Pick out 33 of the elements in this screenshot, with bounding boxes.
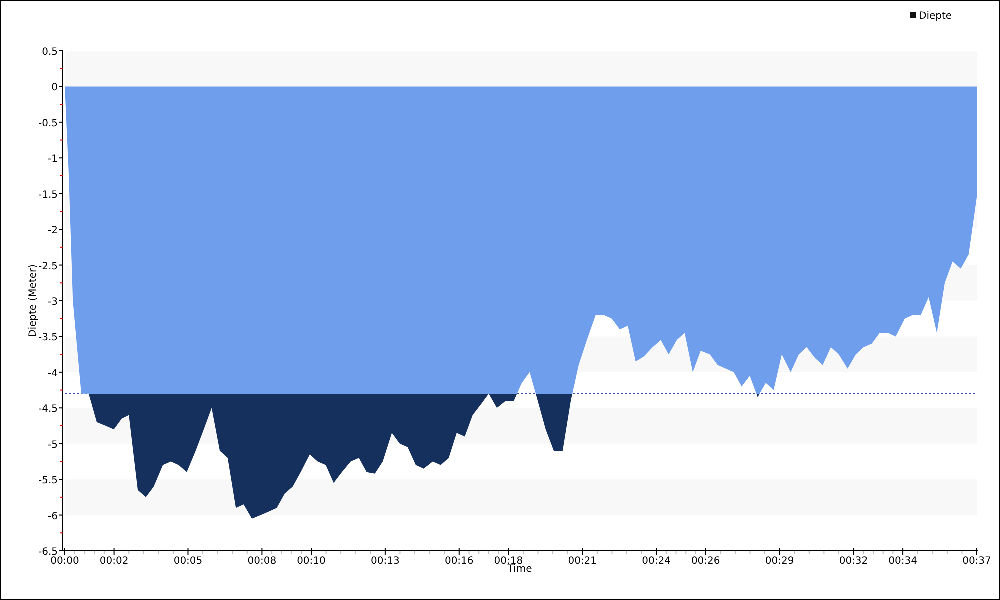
- y-tick-label: -5: [48, 440, 58, 451]
- legend-label: Diepte: [919, 11, 952, 22]
- y-tick-label: -1.5: [38, 190, 58, 201]
- legend-swatch-icon: [910, 12, 916, 18]
- x-axis-title: Time: [508, 564, 532, 575]
- x-tick-label: 00:34: [888, 556, 918, 567]
- x-tick-label: 00:10: [297, 556, 326, 567]
- y-tick-label: 0.5: [42, 47, 58, 58]
- y-tick-label: -4: [48, 368, 58, 380]
- x-tick-label: 00:02: [100, 556, 129, 567]
- y-tick-label: -2: [48, 226, 58, 237]
- y-tick-label: -3: [48, 297, 58, 308]
- x-tick-label: 00:24: [642, 556, 671, 567]
- y-tick-label: -6.5: [38, 547, 58, 558]
- y-tick-label: -0.5: [38, 118, 58, 130]
- y-tick-label: -6: [48, 511, 58, 522]
- x-tick-label: 00:32: [839, 556, 868, 567]
- x-tick-label: 00:13: [371, 556, 400, 567]
- y-tick-label: 0: [52, 82, 58, 94]
- y-tick-label: -3.5: [38, 332, 58, 344]
- x-tick-label: 00:29: [765, 556, 794, 567]
- y-tick-label: -1: [48, 154, 58, 166]
- y-tick-label: -2.5: [38, 261, 58, 272]
- x-tick-label: 00:05: [174, 556, 203, 567]
- y-axis-title: Diepte (Meter): [28, 264, 39, 338]
- x-tick-label: 00:00: [50, 556, 80, 567]
- x-tick-label: 00:37: [962, 556, 992, 567]
- x-tick-label: 00:21: [568, 556, 598, 567]
- y-tick-label: -5.5: [38, 476, 58, 487]
- x-tick-label: 00:16: [444, 556, 474, 567]
- x-tick-label: 00:26: [691, 556, 720, 567]
- y-tick-label: -4.5: [38, 404, 58, 416]
- x-tick-label: 00:08: [248, 556, 277, 567]
